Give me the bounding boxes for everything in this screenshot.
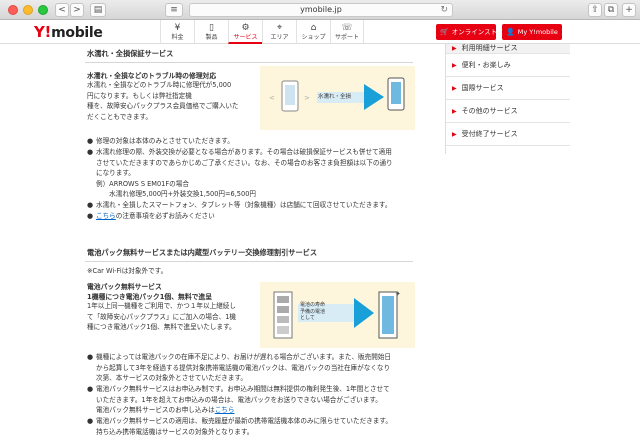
sidebar-item-other[interactable]: ▶ その他のサービス <box>446 100 570 123</box>
sidebar-toggle-icon[interactable]: ▤ <box>90 3 106 17</box>
divider <box>85 261 413 262</box>
list-item: ● こちらの注意事項を必ずお読みください <box>87 212 215 220</box>
minimize-window-button[interactable] <box>23 5 33 15</box>
list-item-cont: になります。 <box>96 169 135 177</box>
list-item: ● 水濡れ修理の際、外装交換が必要となる場合があります。その場合は破損保証サービス… <box>87 148 392 156</box>
area-icon: ⌖ <box>276 23 283 33</box>
section-title-battery: 電池パック無料サービスまたは内蔵型バッテリー交換修理割引サービス <box>87 248 318 257</box>
svg-text:✦: ✦ <box>395 290 401 298</box>
share-icon[interactable]: ⇧ <box>588 3 602 17</box>
list-item: ● 電池パック無料サービスはお申込み制です。お申込み期間は無料提供の権利発生後、1… <box>87 385 390 393</box>
notes-link[interactable]: こちら <box>96 212 116 220</box>
subsection-title: 電池パック無料サービス <box>87 283 162 291</box>
carwifi-note: ※Car Wi-Fiは対象外です。 <box>87 267 168 275</box>
my-ymobile-button[interactable]: 👤 My Y!mobile <box>502 24 562 40</box>
services-icon: ⚙ <box>241 23 250 33</box>
subsection-subtitle: 1機種につき電池パック1個、無料で進呈 <box>87 293 213 301</box>
zoom-window-button[interactable] <box>38 5 48 15</box>
nav-products[interactable]: ▯ 製品 <box>194 20 228 44</box>
list-item-cont: から起算して3年を経過する提供対象携帯電話機の電池パックは、電池パックの当社在庫… <box>96 363 391 372</box>
nav-area[interactable]: ⌖ エリア <box>262 20 296 44</box>
forward-button[interactable]: > <box>70 3 84 17</box>
sidebar-menu: ▶ 利用明細サービス ▶ 便利・お楽しみ ▶ 国際サービス ▶ その他のサービス ▶ 受付… <box>445 44 570 154</box>
nav-label: サポート <box>334 34 359 41</box>
desc-line: 円になります。もしくは弊社指定機 <box>87 91 192 100</box>
arrow-icon: ▶ <box>452 108 457 115</box>
nav-shop[interactable]: ⌂ ショップ <box>296 20 330 44</box>
yen-icon: ¥ <box>174 23 181 33</box>
svg-text:>: > <box>304 94 310 102</box>
nav-label: 料金 <box>171 34 184 41</box>
sidebar-item-international[interactable]: ▶ 国際サービス <box>446 77 570 100</box>
cart-icon: 🛒 <box>440 28 449 36</box>
site-header: Y!mobile ¥ 料金 ▯ 製品 ⚙ サービス ⌖ エリア ⌂ ショップ ☏… <box>0 20 640 44</box>
list-item-cont: 例）ARROWS S EM01Fの場合 <box>96 179 189 188</box>
back-button[interactable]: < <box>55 3 69 17</box>
list-item-cont: 次第、本サービスの対象外とさせていただきます。 <box>96 374 247 382</box>
list-item: ● 機種によっては電池パックの在庫不足により、お届けが遅れる場合がございます。また… <box>87 353 392 361</box>
nav-pricing[interactable]: ¥ 料金 <box>160 20 194 44</box>
phone-icon: ▯ <box>209 23 214 33</box>
nav-label: 製品 <box>205 34 218 41</box>
desc-line: 種につき電池パック1個、無料で進呈いたします。 <box>87 323 236 331</box>
battery-graphic: ✦ <box>273 290 401 339</box>
water-damage-illustration: < > 水濡れ・全損 <box>260 66 415 130</box>
section-title-water-damage: 水濡れ・全損保証サービス <box>87 49 174 58</box>
desc-line: 1年以上同一機種をご利用で、かつ１年以上継続し <box>87 302 236 310</box>
sidebar-item-discontinued[interactable]: ▶ 受付終了サービス <box>446 123 570 146</box>
ymobile-logo[interactable]: Y!mobile <box>34 23 103 41</box>
list-item: ● 水濡れ・全損したスマートフォン、タブレット等（対象機種）は店舗にて回収させてい… <box>87 201 392 209</box>
illustration-label: 水濡れ・全損 <box>318 94 352 100</box>
main-content: 水濡れ・全損保証サービス 水濡れ・全損などのトラブル時の修理対応 水濡れ・全損な… <box>80 44 420 436</box>
list-item: ● 電池パック無料サービスの適用は、販売履歴が最新の携帯電話機本体のみに限らせてい… <box>87 417 392 425</box>
browser-toolbar: < > ▤ ≡ ymobile.jp ↻ ⇧ ⧉ + <box>0 0 640 20</box>
nav-support[interactable]: ☏ サポート <box>330 20 364 44</box>
illustration-label: として <box>300 315 315 321</box>
sidebar-item-convenience[interactable]: ▶ 便利・お楽しみ <box>446 54 570 77</box>
reload-icon[interactable]: ↻ <box>440 4 448 16</box>
list-item-cont: させていただきますのであらかじめご了承ください。なお、その場合のお客さま負担額は… <box>96 158 393 167</box>
shop-icon: ⌂ <box>310 23 317 33</box>
list-item-cont: いただきます。1年を超えてお申込みの場合は、電池パックをお送りできない場合がござ… <box>96 395 382 404</box>
online-store-button[interactable]: 🛒 オンラインストア <box>436 24 504 40</box>
list-item: ● 修理の対象は本体のみとさせていただきます。 <box>87 137 234 145</box>
nav-label: ショップ <box>301 34 326 41</box>
nav-services[interactable]: ⚙ サービス <box>228 20 262 44</box>
reader-icon[interactable]: ≡ <box>165 3 183 17</box>
divider <box>85 62 413 63</box>
arrow-icon: ▶ <box>452 85 457 92</box>
list-item-cont: 電池パック無料サービスのお申し込みはこちら <box>96 406 235 414</box>
new-tab-icon[interactable]: + <box>622 3 636 17</box>
address-bar[interactable]: ymobile.jp ↻ <box>189 3 453 17</box>
desc-line: だくこともできます。 <box>87 112 153 121</box>
list-item-cont: 持ち込み携帯電話機はサービスの対象外となります。 <box>96 427 254 436</box>
arrow-icon: ▶ <box>452 131 457 138</box>
list-item-cont: 水濡れ修理5,000円+外装交換1,500円=6,500円 <box>96 190 256 198</box>
battery-illustration: ✦ 電池の寿命 予備の電池 として <box>260 282 415 348</box>
support-icon: ☏ <box>341 23 353 33</box>
url-text: ymobile.jp <box>300 5 342 14</box>
svg-text:<: < <box>269 94 275 102</box>
subsection-title: 水濡れ・全損などのトラブル時の修理対応 <box>87 72 217 80</box>
tabs-icon[interactable]: ⧉ <box>604 3 618 17</box>
desc-line: て「故障安心パックプラス」にご加入の場合、1機 <box>87 312 236 321</box>
user-icon: 👤 <box>506 28 515 36</box>
desc-line: 水濡れ・全損などのトラブル時に修理代が5,000 <box>87 81 232 89</box>
desc-line: 種を、故障安心パックプラス会員価格でご購入いた <box>87 102 239 110</box>
arrow-icon: ▶ <box>452 62 457 69</box>
nav-label: エリア <box>270 34 289 41</box>
arrow-icon: ▶ <box>452 45 457 52</box>
close-window-button[interactable] <box>8 5 18 15</box>
sidebar-item-billing[interactable]: ▶ 利用明細サービス <box>446 44 570 54</box>
apply-link[interactable]: こちら <box>215 406 235 414</box>
nav-label: サービス <box>233 34 258 41</box>
